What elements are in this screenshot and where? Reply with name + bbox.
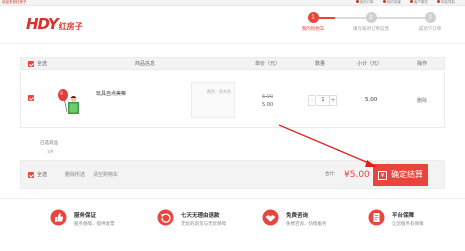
delete-selected-link[interactable]: 删除所选 <box>65 161 85 189</box>
yen-icon: ¥ <box>378 171 387 180</box>
product-attribute-box: 颜色：积木积 <box>191 82 235 118</box>
step-order-success: 3 成功下订单 <box>410 12 450 32</box>
dot-icon <box>437 0 440 4</box>
dot-icon <box>409 0 413 4</box>
guarantee-desc: 免费咨询，热情服务 <box>286 222 327 227</box>
handshake-icon <box>262 209 279 226</box>
guarantee-service: 服务保证 服务保障，提供发票 <box>50 207 160 237</box>
select-all-checkbox-top[interactable] <box>28 61 34 67</box>
footer-divider <box>0 198 465 199</box>
cart-footer-bar: 全选 删除所选 清空购物车 合计: ¥5.00 ¥ 确定结算 <box>20 160 445 189</box>
quantity-plus-button[interactable]: + <box>329 95 337 106</box>
quantity-stepper: − 1 + <box>308 95 338 106</box>
header-quantity: 数量 <box>315 61 326 67</box>
top-link-orders[interactable]: 我的订单 <box>355 0 374 4</box>
product-image[interactable] <box>56 88 90 116</box>
guarantee-desc: 无忧的退货与无忧保障 <box>181 222 226 227</box>
selected-items-info: 已选商品 1件 <box>40 140 58 154</box>
welcome-text: 欢迎来到红房子 <box>2 0 27 4</box>
selected-count: 1件 <box>47 149 54 154</box>
clear-cart-link[interactable]: 清空购物车 <box>93 161 118 189</box>
document-icon <box>368 209 385 226</box>
guarantee-consult: 免费咨询 免费咨询，热情服务 <box>262 207 372 237</box>
checkout-button[interactable]: ¥ 确定结算 <box>373 164 428 186</box>
total-label: 合计: <box>325 172 336 177</box>
dot-icon <box>382 0 386 4</box>
delete-item-link[interactable]: 删除 <box>417 97 427 104</box>
current-price: 5.00 <box>262 102 274 108</box>
checkout-label: 确定结算 <box>391 170 423 179</box>
header-divider <box>0 43 465 44</box>
top-bar: 欢迎来到红房子 我的订单 我的收藏 客户服务 网站导航 <box>0 0 465 6</box>
product-name[interactable]: 玩具自点美嘛 <box>96 90 126 97</box>
top-link-sitemap[interactable]: 网站导航 <box>437 0 455 4</box>
step-cart: 1 我的购物车 <box>293 12 333 32</box>
step-label: 成功下订单 <box>418 27 442 32</box>
item-subtotal: 5.00 <box>365 97 378 103</box>
select-all-label: 全选 <box>37 61 48 67</box>
item-checkbox[interactable] <box>28 95 34 101</box>
step-number: 2 <box>365 12 377 23</box>
top-links: 我的订单 我的收藏 客户服务 网站导航 <box>348 0 455 5</box>
logo-mark: HDY <box>26 15 59 33</box>
quantity-input[interactable]: 1 <box>317 95 329 106</box>
step-number: 3 <box>424 12 436 23</box>
total-value: ¥5.00 <box>344 170 370 180</box>
guarantee-title: 七天无理由退款 <box>181 213 220 219</box>
select-all-checkbox-bottom[interactable] <box>28 172 34 178</box>
guarantee-title: 平台保障 <box>392 213 415 219</box>
step-label: 我的购物车 <box>301 27 325 32</box>
guarantee-desc: 服务保障，提供发票 <box>74 222 115 227</box>
checkout-steps: 1 我的购物车 2 填写核对订单信息 3 成功下订单 <box>296 12 446 36</box>
quantity-minus-button[interactable]: − <box>308 95 316 106</box>
thumbs-up-icon <box>50 209 67 226</box>
header-unit-price: 单价（元） <box>255 61 281 67</box>
top-link-favorites[interactable]: 我的收藏 <box>382 0 401 4</box>
cart-table-header: 全选 商品信息 单价（元） 数量 小计（元） 操作 <box>20 57 445 70</box>
select-all-label-bottom: 全选 <box>37 172 48 178</box>
site-logo[interactable]: HDY红房子 <box>26 14 83 33</box>
selected-label: 已选商品 <box>40 141 58 146</box>
guarantee-refund: 七天无理由退款 无忧的退货与无忧保障 <box>157 207 267 237</box>
return-icon <box>157 209 174 226</box>
dot-icon <box>355 0 359 4</box>
guarantee-title: 服务保证 <box>74 213 97 219</box>
guarantee-title: 免费咨询 <box>286 213 309 219</box>
guarantee-desc: 让您服务有保障 <box>392 222 424 227</box>
top-link-service[interactable]: 客户服务 <box>409 0 428 4</box>
header-action: 操作 <box>417 61 428 67</box>
logo-name: 红房子 <box>58 22 83 31</box>
product-attribute: 颜色：积木积 <box>207 89 231 94</box>
header-subtotal: 小计（元） <box>357 61 383 67</box>
step-number: 1 <box>307 12 319 23</box>
step-label: 填写核对订单信息 <box>353 27 389 32</box>
header-product: 商品信息 <box>135 61 156 67</box>
original-price: 6.00 <box>262 94 274 100</box>
cart-item-row: 玩具自点美嘛 颜色：积木积 6.00 5.00 − 1 + 5.00 删除 <box>20 72 445 128</box>
step-confirm-order: 2 填写核对订单信息 <box>351 12 391 32</box>
guarantee-platform: 平台保障 让您服务有保障 <box>368 207 465 237</box>
